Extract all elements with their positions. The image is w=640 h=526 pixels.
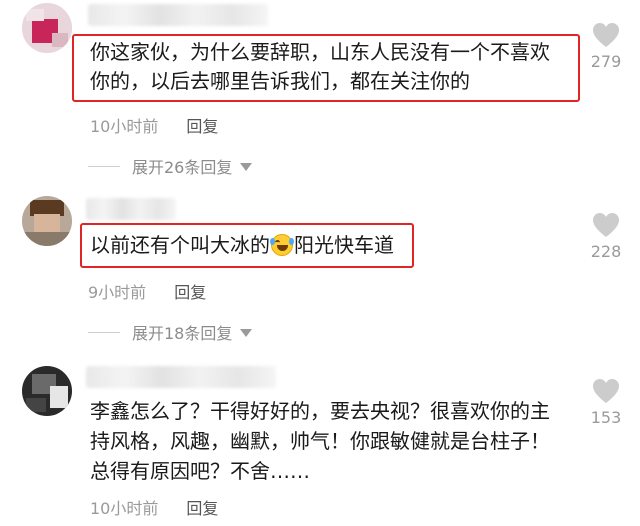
comment-text-segment: 阳光快车道: [294, 233, 394, 257]
heart-icon: [593, 23, 619, 47]
like-button[interactable]: 153: [586, 378, 626, 427]
comment-text-line: 你的，以后去哪里告诉我们，都在关注你的: [90, 69, 470, 93]
comment-meta: 9小时前 回复: [88, 279, 206, 303]
rolling-laughing-emoji: [270, 234, 294, 256]
expand-replies-button[interactable]: 展开26条回复: [88, 154, 253, 178]
like-button[interactable]: 228: [586, 212, 626, 261]
avatar[interactable]: [22, 3, 72, 53]
comment-time: 9小时前: [88, 283, 147, 302]
comment-text-line: 李鑫怎么了？干得好好的，要去央视？很喜欢你的主: [90, 399, 550, 423]
reply-button[interactable]: 回复: [186, 499, 218, 518]
chevron-down-icon: [240, 163, 253, 171]
divider-line: [88, 165, 120, 167]
reply-button[interactable]: 回复: [174, 283, 206, 302]
comment-meta: 10小时前 回复: [90, 495, 218, 519]
username-blurred[interactable]: [86, 198, 176, 220]
expand-replies-button[interactable]: 展开18条回复: [88, 320, 253, 344]
expand-replies-label: 展开18条回复: [132, 324, 233, 343]
comment-text-line: 你这家伙，为什么要辞职，山东人民没有一个不喜欢: [90, 40, 550, 64]
avatar[interactable]: [22, 196, 72, 246]
username-blurred[interactable]: [86, 366, 276, 388]
reply-button[interactable]: 回复: [186, 117, 218, 136]
divider-line: [88, 331, 120, 333]
comment-time: 10小时前: [90, 499, 159, 518]
like-count: 153: [590, 408, 622, 427]
heart-icon: [593, 379, 619, 403]
comment-time: 10小时前: [90, 117, 159, 136]
comment-text-line: 持风格，风趣，幽默，帅气！你跟敏健就是台柱子！: [90, 429, 550, 453]
comment-text-segment: 以前还有个叫大冰的: [90, 233, 270, 257]
like-button[interactable]: 279: [586, 22, 626, 71]
comment-text: 李鑫怎么了？干得好好的，要去央视？很喜欢你的主 持风格，风趣，幽默，帅气！你跟敏…: [90, 396, 550, 486]
like-count: 228: [590, 242, 622, 261]
chevron-down-icon: [240, 329, 253, 337]
comment-text: 你这家伙，为什么要辞职，山东人民没有一个不喜欢 你的，以后去哪里告诉我们，都在关…: [90, 38, 550, 96]
username-blurred[interactable]: [88, 4, 268, 26]
comment-meta: 10小时前 回复: [90, 113, 218, 137]
comment-text-line: 总得有原因吧？不舍……: [90, 459, 310, 483]
comment-text: 以前还有个叫大冰的 阳光快车道: [90, 231, 394, 260]
expand-replies-label: 展开26条回复: [132, 158, 233, 177]
like-count: 279: [590, 52, 622, 71]
avatar[interactable]: [22, 366, 72, 416]
heart-icon: [593, 213, 619, 237]
